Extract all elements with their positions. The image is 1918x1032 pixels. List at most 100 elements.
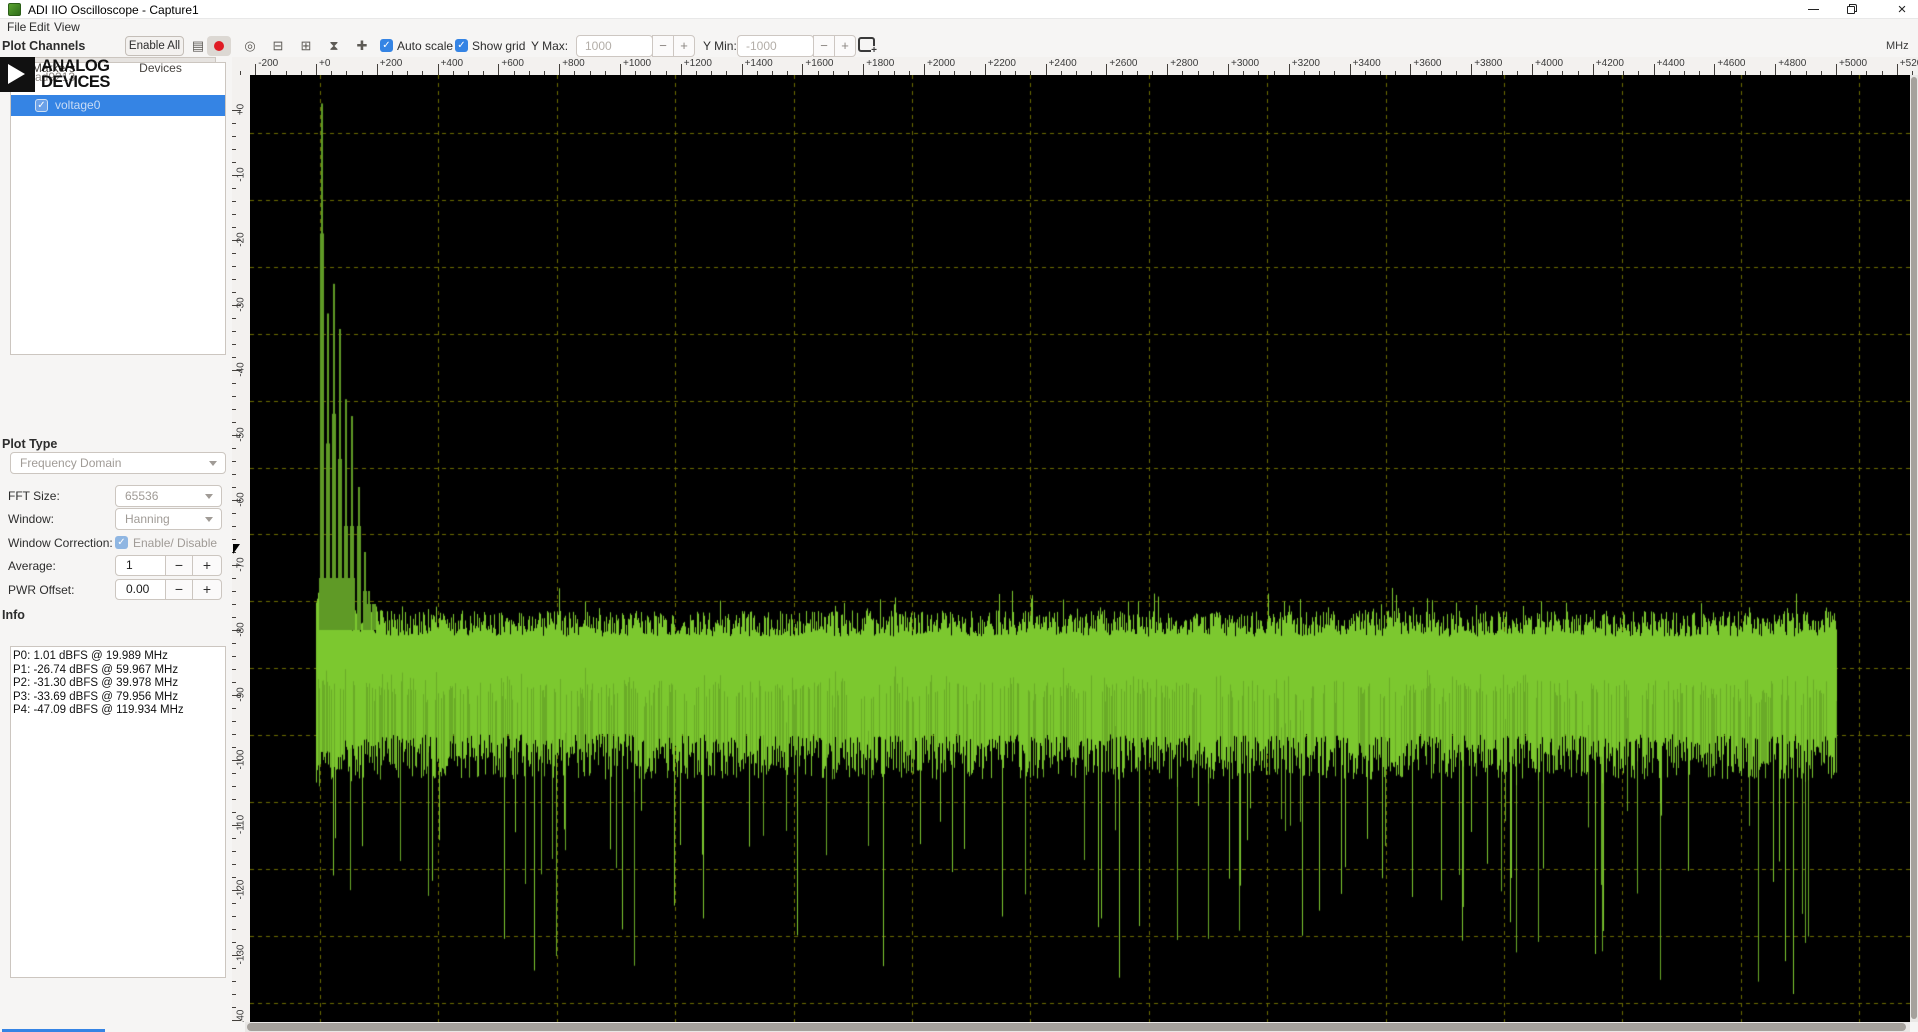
window-dropdown[interactable]: Hanning bbox=[115, 508, 222, 530]
pwr-offset-minus-button[interactable]: − bbox=[165, 579, 193, 600]
h-scroll-thumb[interactable] bbox=[247, 1023, 1906, 1031]
x-tick bbox=[1410, 64, 1411, 75]
y-tick bbox=[232, 916, 236, 917]
y-tick-label: -20 bbox=[236, 225, 247, 255]
y-tick-label: -40 bbox=[236, 355, 247, 385]
channel-checkbox[interactable]: ✓ bbox=[35, 99, 48, 112]
y-min-minus-button[interactable]: − bbox=[813, 35, 835, 57]
zoom-in-icon[interactable]: ◎ bbox=[240, 37, 260, 55]
y-tick bbox=[232, 851, 236, 852]
y-tick-label: -50 bbox=[236, 420, 247, 450]
y-tick bbox=[232, 123, 236, 124]
plot-channels-tree: ▾ ad9213 ✓ voltage0 bbox=[10, 62, 226, 355]
plot-channels-label: Plot Channels bbox=[2, 39, 85, 53]
y-tick-label: -30 bbox=[236, 290, 247, 320]
window-title: ADI IIO Oscilloscope - Capture1 bbox=[28, 3, 199, 17]
x-tick-label: +4800 bbox=[1778, 58, 1806, 69]
average-input[interactable]: 1 bbox=[115, 555, 166, 576]
x-tick bbox=[1106, 64, 1107, 75]
show-grid-checkbox[interactable]: ✓ bbox=[455, 39, 468, 52]
app-icon bbox=[8, 3, 21, 16]
minimize-button[interactable] bbox=[1798, 0, 1830, 19]
menu-view[interactable]: View bbox=[54, 20, 80, 34]
x-axis-ruler[interactable]: -200+0+200+400+600+800+1000+1200+1400+16… bbox=[232, 57, 1918, 75]
y-min-input[interactable]: -1000 bbox=[737, 35, 814, 57]
window-correction-checkbox[interactable]: ✓ bbox=[115, 536, 128, 549]
x-tick-label: +2000 bbox=[927, 58, 955, 69]
y-min-plus-button[interactable]: + bbox=[834, 35, 856, 57]
zoom-out-icon[interactable]: ⊟ bbox=[268, 37, 288, 55]
channel-name: voltage0 bbox=[55, 98, 100, 112]
marker-info-row: P2: -31.30 dBFS @ 39.978 MHz bbox=[13, 677, 225, 691]
chevron-down-icon bbox=[205, 517, 213, 522]
y-tick bbox=[232, 773, 236, 774]
x-tick bbox=[863, 64, 864, 75]
y-tick bbox=[232, 201, 236, 202]
close-button[interactable]: × bbox=[1886, 0, 1918, 19]
y-max-plus-button[interactable]: + bbox=[673, 35, 695, 57]
vertical-scrollbar[interactable] bbox=[1910, 75, 1918, 1022]
x-tick-label: +0 bbox=[319, 58, 330, 69]
y-tick bbox=[232, 994, 236, 995]
show-grid-label: Show grid bbox=[472, 39, 525, 53]
y-tick bbox=[232, 214, 236, 215]
tree-row-channel-selected[interactable]: ✓ voltage0 bbox=[11, 95, 225, 116]
average-plus-button[interactable]: + bbox=[192, 555, 222, 576]
zoom-fit-icon[interactable]: ⊞ bbox=[296, 37, 316, 55]
x-tick-label: +3400 bbox=[1353, 58, 1381, 69]
y-tick bbox=[232, 188, 236, 189]
x-tick bbox=[1836, 64, 1837, 75]
tab-devices[interactable]: Devices bbox=[107, 57, 214, 79]
x-tick-label: +1000 bbox=[623, 58, 651, 69]
x-tick bbox=[985, 64, 986, 75]
y-max-input[interactable]: 1000 bbox=[576, 35, 653, 57]
fft-size-dropdown[interactable]: 65536 bbox=[115, 485, 222, 507]
menu-file[interactable]: File bbox=[7, 20, 26, 34]
pwr-offset-plus-button[interactable]: + bbox=[192, 579, 222, 600]
y-tick bbox=[232, 279, 236, 280]
x-tick bbox=[377, 64, 378, 75]
x-tick bbox=[742, 64, 743, 75]
v-scroll-thumb[interactable] bbox=[1911, 77, 1917, 1019]
enable-all-button[interactable]: Enable All bbox=[125, 36, 184, 56]
x-tick-label: +4000 bbox=[1535, 58, 1563, 69]
capture-list-icon[interactable]: ▤ bbox=[188, 37, 208, 55]
x-tick bbox=[802, 64, 803, 75]
y-tick bbox=[232, 669, 236, 670]
x-tick-label: +4600 bbox=[1717, 58, 1745, 69]
y-tick bbox=[232, 149, 236, 150]
new-plot-window-icon[interactable]: + bbox=[858, 37, 875, 52]
chevron-down-icon bbox=[209, 461, 217, 466]
time-funnel-icon[interactable]: ⧗ bbox=[324, 37, 344, 55]
y-min-label: Y Min: bbox=[703, 39, 737, 53]
y-tick bbox=[232, 864, 236, 865]
y-tick bbox=[232, 383, 236, 384]
x-axis-unit-label: MHz bbox=[1886, 40, 1909, 52]
x-tick bbox=[1046, 64, 1047, 75]
y-max-minus-button[interactable]: − bbox=[652, 35, 674, 57]
spectrum-plot-area[interactable]: P0P1P2P3P4 bbox=[250, 75, 1910, 1022]
window-label: Window: bbox=[8, 512, 54, 526]
y-tick bbox=[232, 539, 236, 540]
move-cross-icon[interactable]: ✚ bbox=[352, 37, 372, 55]
restore-button[interactable] bbox=[1836, 0, 1868, 19]
x-tick-label: +5200 bbox=[1900, 58, 1918, 69]
x-tick-label: +800 bbox=[562, 58, 585, 69]
x-tick-label: +2400 bbox=[1049, 58, 1077, 69]
y-tick bbox=[232, 708, 236, 709]
x-tick bbox=[316, 64, 317, 75]
y-max-label: Y Max: bbox=[531, 39, 568, 53]
plot-type-dropdown[interactable]: Frequency Domain bbox=[10, 452, 226, 474]
x-tick bbox=[1532, 64, 1533, 75]
menu-edit[interactable]: Edit bbox=[29, 20, 50, 34]
y-tick bbox=[232, 786, 236, 787]
auto-scale-checkbox[interactable]: ✓ bbox=[380, 39, 393, 52]
x-tick-label: +1400 bbox=[745, 58, 773, 69]
y-tick bbox=[232, 253, 236, 254]
y-tick bbox=[232, 734, 236, 735]
horizontal-scrollbar[interactable] bbox=[245, 1022, 1910, 1032]
capture-record-button[interactable] bbox=[207, 36, 231, 56]
average-minus-button[interactable]: − bbox=[165, 555, 193, 576]
pwr-offset-input[interactable]: 0.00 bbox=[115, 579, 166, 600]
y-tick-label: -130 bbox=[236, 940, 247, 970]
